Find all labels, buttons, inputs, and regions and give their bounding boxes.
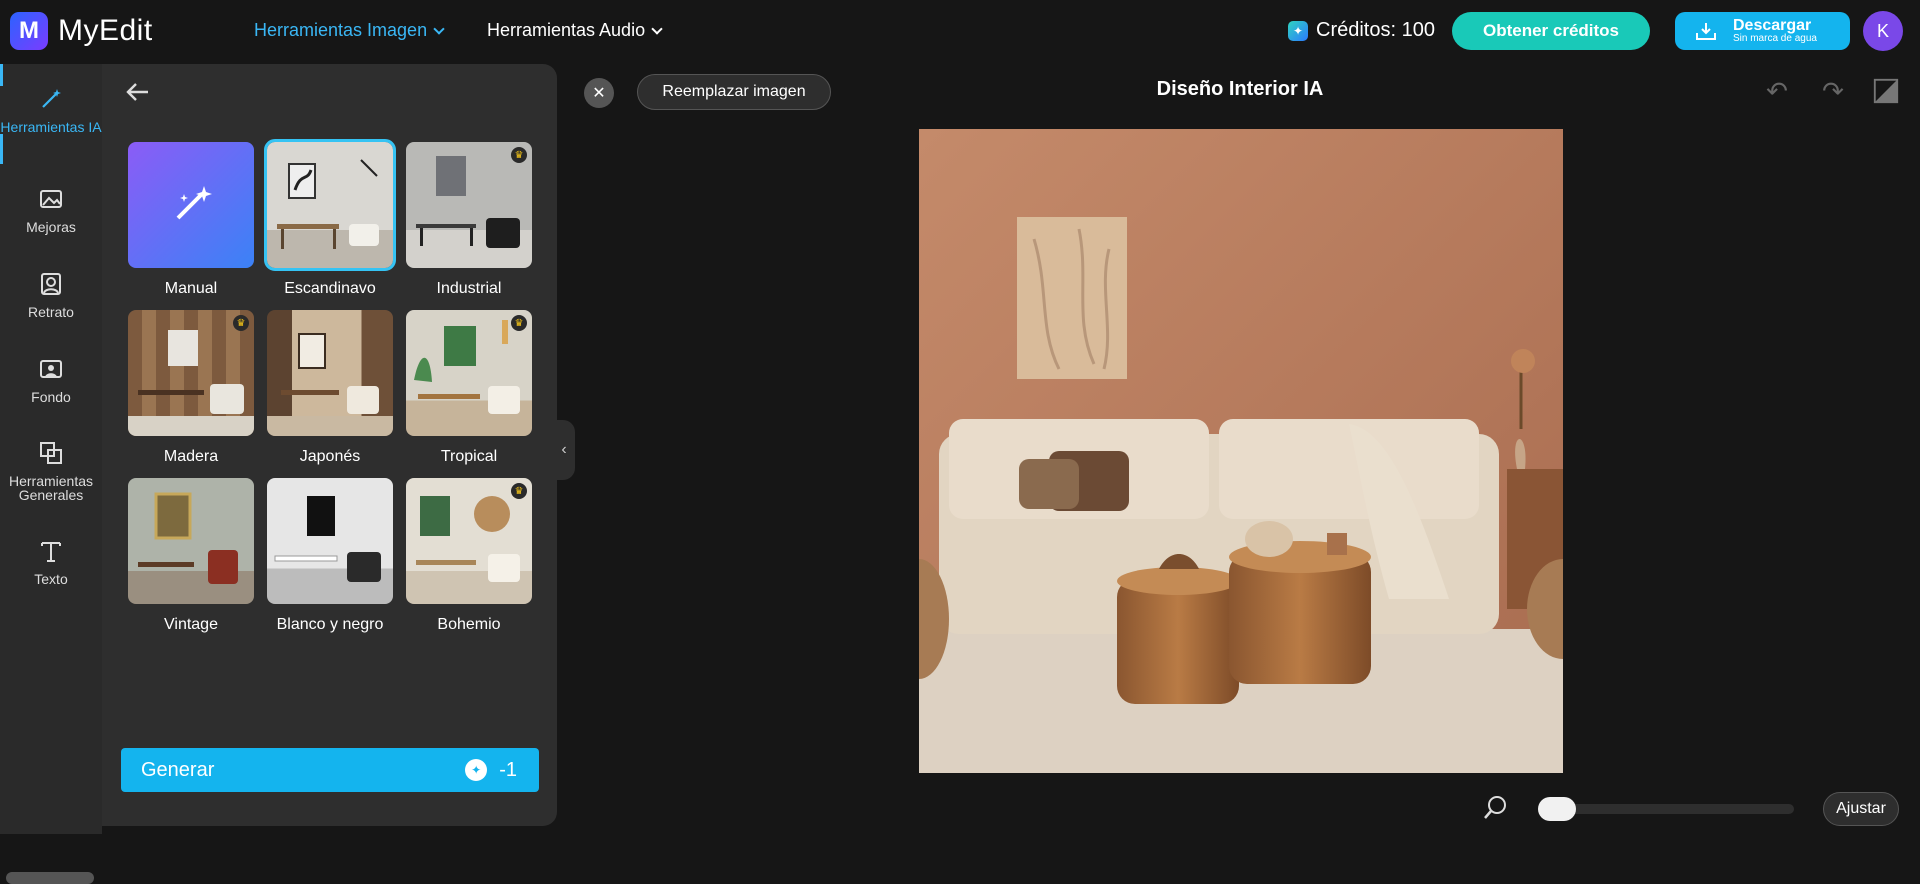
download-label: Descargar xyxy=(1733,17,1812,34)
style-label: Blanco y negro xyxy=(276,616,384,633)
top-bar: M MyEdit Herramientas Imagen Herramienta… xyxy=(0,0,1920,62)
nav-image-tools[interactable]: Herramientas Imagen xyxy=(254,20,445,41)
undo-icon[interactable]: ↶ xyxy=(1762,76,1792,106)
search-icon[interactable] xyxy=(1482,794,1510,822)
app-name: MyEdit xyxy=(58,14,153,47)
premium-crown-icon: ♛ xyxy=(511,315,527,331)
get-credits-button[interactable]: Obtener créditos xyxy=(1452,12,1650,50)
style-thumbnail xyxy=(267,310,393,436)
result-image xyxy=(919,129,1563,773)
style-thumbnail xyxy=(267,478,393,604)
sidebar-item-ai-tools[interactable]: Herramientas IA xyxy=(0,86,102,134)
style-thumbnail xyxy=(264,139,396,271)
premium-crown-icon: ♛ xyxy=(233,315,249,331)
style-thumbnail xyxy=(128,142,254,268)
zoom-slider-handle[interactable] xyxy=(1538,797,1576,821)
sidebar-item-text[interactable]: Texto xyxy=(0,538,102,586)
style-thumbnail: ♛ xyxy=(406,478,532,604)
close-button[interactable]: ✕ xyxy=(584,78,614,108)
style-label: Tropical xyxy=(440,448,498,465)
chevron-down-icon xyxy=(433,22,445,35)
style-thumbnail: ♛ xyxy=(406,142,532,268)
style-thumbnail: ♛ xyxy=(406,310,532,436)
style-thumbnail: ♛ xyxy=(128,310,254,436)
credits-label: Créditos: 100 xyxy=(1316,19,1435,41)
sidebar-item-label: Retrato xyxy=(28,304,74,320)
style-label: Manual xyxy=(164,280,218,297)
generate-button[interactable]: Generar ✦ -1 xyxy=(121,748,539,792)
premium-crown-icon: ♛ xyxy=(511,483,527,499)
premium-crown-icon: ♛ xyxy=(511,147,527,163)
redo-icon[interactable]: ↷ xyxy=(1818,76,1848,106)
style-label: Madera xyxy=(163,448,219,465)
style-tile-scandinavian[interactable]: Escandinavo xyxy=(264,139,396,298)
generate-label: Generar xyxy=(141,758,215,781)
nav-image-tools-label: Herramientas Imagen xyxy=(254,20,428,40)
style-label: Bohemio xyxy=(437,616,501,633)
credits-display: ✦ Créditos: 100 xyxy=(1288,19,1435,42)
sidebar-item-portrait[interactable]: Retrato xyxy=(0,271,102,319)
style-label: Industrial xyxy=(436,280,502,297)
sidebar-item-label: Herramientas IA xyxy=(0,119,102,135)
back-arrow-icon[interactable] xyxy=(124,78,152,106)
collapse-panel-button[interactable]: ‹ xyxy=(553,420,575,480)
replace-image-button[interactable]: Reemplazar imagen xyxy=(637,74,831,110)
image-enhance-icon xyxy=(40,190,62,208)
style-label: Escandinavo xyxy=(284,280,376,297)
chevron-down-icon xyxy=(651,22,663,35)
sidebar-scrollbar[interactable] xyxy=(6,872,94,884)
generate-cost: ✦ -1 xyxy=(465,759,517,782)
fit-button[interactable]: Ajustar xyxy=(1823,792,1899,826)
app-logo[interactable]: M MyEdit xyxy=(10,12,153,50)
background-icon xyxy=(40,360,62,378)
style-panel: Manual Escandinavo ♛ Industrial ♛ Madera… xyxy=(102,64,557,826)
credit-icon: ✦ xyxy=(1288,20,1308,41)
sidebar-item-label: Mejoras xyxy=(26,219,76,235)
text-icon xyxy=(41,542,61,562)
sidebar-item-label: Texto xyxy=(34,571,68,587)
style-tile-tropical[interactable]: ♛ Tropical xyxy=(406,310,532,466)
nav-audio-tools-label: Herramientas Audio xyxy=(487,20,646,40)
sidebar: Herramientas IA Mejoras Retrato Fondo He… xyxy=(0,64,102,884)
generate-cost-value: -1 xyxy=(499,758,517,781)
logo-mark-icon: M xyxy=(10,12,48,50)
magic-wand-icon xyxy=(176,186,212,220)
portrait-icon xyxy=(41,273,61,295)
style-tile-japanese[interactable]: Japonés xyxy=(267,310,393,466)
sidebar-item-background[interactable]: Fondo xyxy=(0,356,102,404)
chevron-left-icon: ‹ xyxy=(561,441,567,458)
close-icon: ✕ xyxy=(592,85,606,102)
download-button[interactable]: Descargar Sin marca de agua xyxy=(1675,12,1850,50)
sidebar-item-general-tools[interactable]: Herramientas Generales xyxy=(0,440,102,502)
download-sublabel: Sin marca de agua xyxy=(1733,33,1817,44)
compare-icon[interactable] xyxy=(1871,76,1901,106)
nav-audio-tools[interactable]: Herramientas Audio xyxy=(487,20,663,41)
style-tile-wood[interactable]: ♛ Madera xyxy=(128,310,254,466)
sidebar-item-enhance[interactable]: Mejoras xyxy=(0,186,102,234)
style-label: Japonés xyxy=(299,448,361,465)
sidebar-item-label: Herramientas Generales xyxy=(8,473,94,503)
zoom-slider[interactable] xyxy=(1538,804,1794,814)
style-thumbnail xyxy=(128,478,254,604)
general-tools-icon xyxy=(40,442,62,464)
avatar[interactable]: K xyxy=(1863,11,1903,51)
page-title: Diseño Interior IA xyxy=(1156,78,1324,100)
magic-wand-icon xyxy=(42,89,61,108)
style-tile-bohemian[interactable]: ♛ Bohemio xyxy=(406,478,532,634)
download-icon xyxy=(1696,23,1716,40)
sidebar-item-label: Fondo xyxy=(31,389,71,405)
style-tile-manual[interactable]: Manual xyxy=(128,142,254,298)
style-tile-black-white[interactable]: Blanco y negro xyxy=(267,478,393,634)
style-tile-vintage[interactable]: Vintage xyxy=(128,478,254,634)
style-tile-industrial[interactable]: ♛ Industrial xyxy=(406,142,532,298)
credit-icon: ✦ xyxy=(465,759,488,781)
style-label: Vintage xyxy=(164,616,218,633)
